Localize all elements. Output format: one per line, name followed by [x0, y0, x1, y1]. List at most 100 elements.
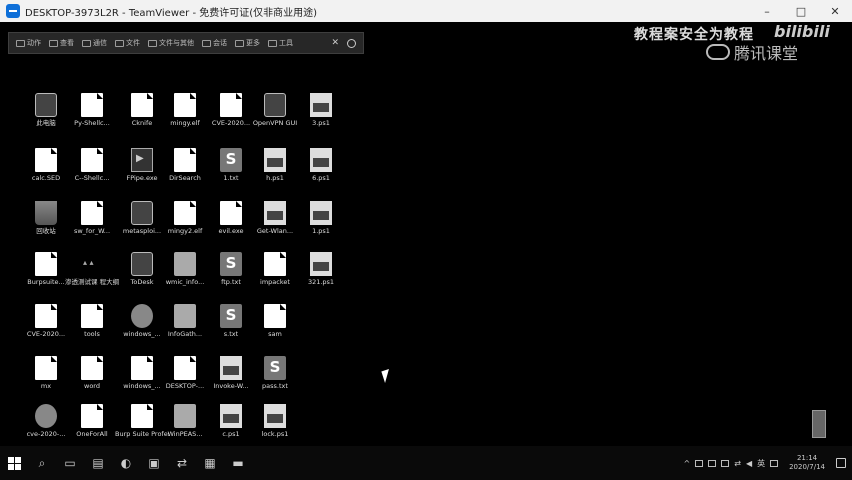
toolbar-more[interactable]: 更多 [232, 34, 263, 52]
minimize-button[interactable]: – [750, 0, 784, 22]
desktop-icon[interactable]: 6.ps1 [296, 148, 346, 182]
sublime-file-icon [220, 252, 242, 276]
ps-file-icon [220, 356, 242, 380]
tray-app-icon[interactable] [721, 459, 730, 467]
taskbar-app[interactable]: ▦ [196, 446, 224, 480]
ime-indicator[interactable]: 英 [757, 458, 765, 469]
desktop-icon[interactable]: C--Shellc... [67, 148, 117, 182]
desktop-icon[interactable]: calc.SED [21, 148, 71, 182]
clock[interactable]: 21:14 2020/7/14 [789, 454, 825, 472]
toolbar-action[interactable]: 动作 [13, 34, 44, 52]
sublime-file-icon [220, 148, 242, 172]
desktop-icon[interactable]: 1.ps1 [296, 201, 346, 235]
desktop-icon-label: 321.ps1 [307, 278, 335, 286]
desktop-icon[interactable]: 回收站 [21, 201, 71, 235]
folder-file-icon [174, 304, 196, 328]
desktop-icon[interactable]: OneForAll [67, 404, 117, 438]
taskbar-store[interactable]: ▣ [140, 446, 168, 480]
desktop-icon[interactable]: h.ps1 [250, 148, 300, 182]
file-file-icon [220, 93, 242, 117]
file-file-icon [81, 304, 103, 328]
search-button[interactable]: ⌕ [28, 446, 56, 480]
desktop-icon[interactable]: CVE-2020... [21, 304, 71, 338]
desktop-icon[interactable]: mingy2.elf [160, 201, 210, 235]
round-file-icon [131, 304, 153, 328]
desktop-icon[interactable]: InfoGath... [160, 304, 210, 338]
desktop-icon[interactable]: mingy.elf [160, 93, 210, 127]
clock-date: 2020/7/14 [789, 463, 825, 471]
file-file-icon [174, 93, 196, 117]
desktop-icon[interactable]: 321.ps1 [296, 252, 346, 286]
toolbar-label: 文件 [126, 39, 140, 47]
app-file-icon [35, 93, 57, 117]
folder-file-icon [174, 252, 196, 276]
window-title: DESKTOP-3973L2R - TeamViewer - 免费许可证(仅非商… [25, 7, 318, 19]
remote-desktop[interactable]: 动作 查看 通信 文件 文件与其他 会话 更多 工具 ✕ 教程案安全为教程 bi… [0, 22, 852, 480]
ps-file-icon [264, 404, 286, 428]
notification-icon[interactable] [836, 458, 846, 468]
view-icon [49, 39, 58, 47]
desktop-icon[interactable]: lock.ps1 [250, 404, 300, 438]
start-button[interactable] [0, 446, 28, 480]
taskbar-terminal[interactable]: ▬ [224, 446, 252, 480]
maximize-button[interactable]: □ [784, 0, 818, 22]
tray-app-icon[interactable] [708, 459, 717, 467]
toolbar-communicate[interactable]: 通信 [79, 34, 110, 52]
taskbar-file-explorer[interactable]: ▤ [84, 446, 112, 480]
desktop-icon[interactable]: sam [250, 304, 300, 338]
desktop-icon[interactable]: 此电脑 [21, 93, 71, 127]
toolbar-files[interactable]: 文件 [112, 34, 143, 52]
desktop-icon[interactable]: OpenVPN GUI [250, 93, 300, 127]
toolbar-files-extras[interactable]: 文件与其他 [145, 34, 197, 52]
file-file-icon [264, 252, 286, 276]
close-button[interactable]: ✕ [818, 0, 852, 22]
clock-time: 21:14 [796, 454, 818, 462]
desktop-icon[interactable]: word [67, 356, 117, 390]
ps-file-icon [310, 252, 332, 276]
windows-logo-icon [7, 456, 21, 470]
side-panel-tab[interactable] [812, 410, 826, 438]
desktop-icon[interactable]: Burpsuite... [21, 252, 71, 286]
file-file-icon [264, 304, 286, 328]
desktop-icon[interactable]: DirSearch [160, 148, 210, 182]
desktop-icon[interactable]: DESKTOP-... [160, 356, 210, 390]
tray-app-icon[interactable] [695, 459, 704, 467]
toolbar-label: 会话 [213, 39, 227, 47]
file-file-icon [131, 93, 153, 117]
desktop-icon[interactable]: pass.txt [250, 356, 300, 390]
keyboard-icon[interactable] [770, 459, 779, 467]
desktop-icon[interactable]: 渗透测试课 程大纲.png [65, 252, 119, 286]
toolbar-session[interactable]: 会话 [199, 34, 230, 52]
network-icon[interactable]: ⇄ [734, 459, 741, 468]
toolbar-label: 文件与其他 [159, 39, 194, 47]
desktop-icon[interactable]: wmic_info... [160, 252, 210, 286]
chevron-up-icon[interactable]: ^ [684, 459, 691, 468]
toolbar-label: 工具 [279, 39, 293, 47]
desktop-icon[interactable]: sw_for_W... [67, 201, 117, 235]
taskbar-teamviewer[interactable]: ⇄ [168, 446, 196, 480]
desktop-icon[interactable]: tools [67, 304, 117, 338]
file-file-icon [81, 356, 103, 380]
session-icon [202, 39, 211, 47]
desktop-icon[interactable]: 3.ps1 [296, 93, 346, 127]
desktop-icon[interactable]: cve-2020-... [21, 404, 71, 438]
taskbar-edge[interactable]: ◐ [112, 446, 140, 480]
toolbar-tools[interactable]: 工具 [265, 34, 296, 52]
desktop-icon[interactable]: mx [21, 356, 71, 390]
toolbar-close-button[interactable]: ✕ [328, 34, 342, 52]
terminal-icon: ▬ [232, 456, 244, 470]
volume-icon[interactable]: ◀ [746, 459, 752, 468]
desktop-icon-label: 6.ps1 [312, 174, 330, 182]
desktop-icon[interactable]: impacket [250, 252, 300, 286]
desktop-icon[interactable]: Py-Shellc... [67, 93, 117, 127]
file-file-icon [131, 404, 153, 428]
teamviewer-logo-icon [6, 4, 20, 18]
desktop-icon[interactable]: Get-Wlan... [250, 201, 300, 235]
toolbar-view[interactable]: 查看 [46, 34, 77, 52]
toolbar-end-session-button[interactable] [344, 34, 359, 52]
file-file-icon [35, 252, 57, 276]
desktop-icon[interactable]: WinPEAS... [160, 404, 210, 438]
task-view-button[interactable]: ▭ [56, 446, 84, 480]
file-file-icon [35, 148, 57, 172]
ps-file-icon [264, 148, 286, 172]
